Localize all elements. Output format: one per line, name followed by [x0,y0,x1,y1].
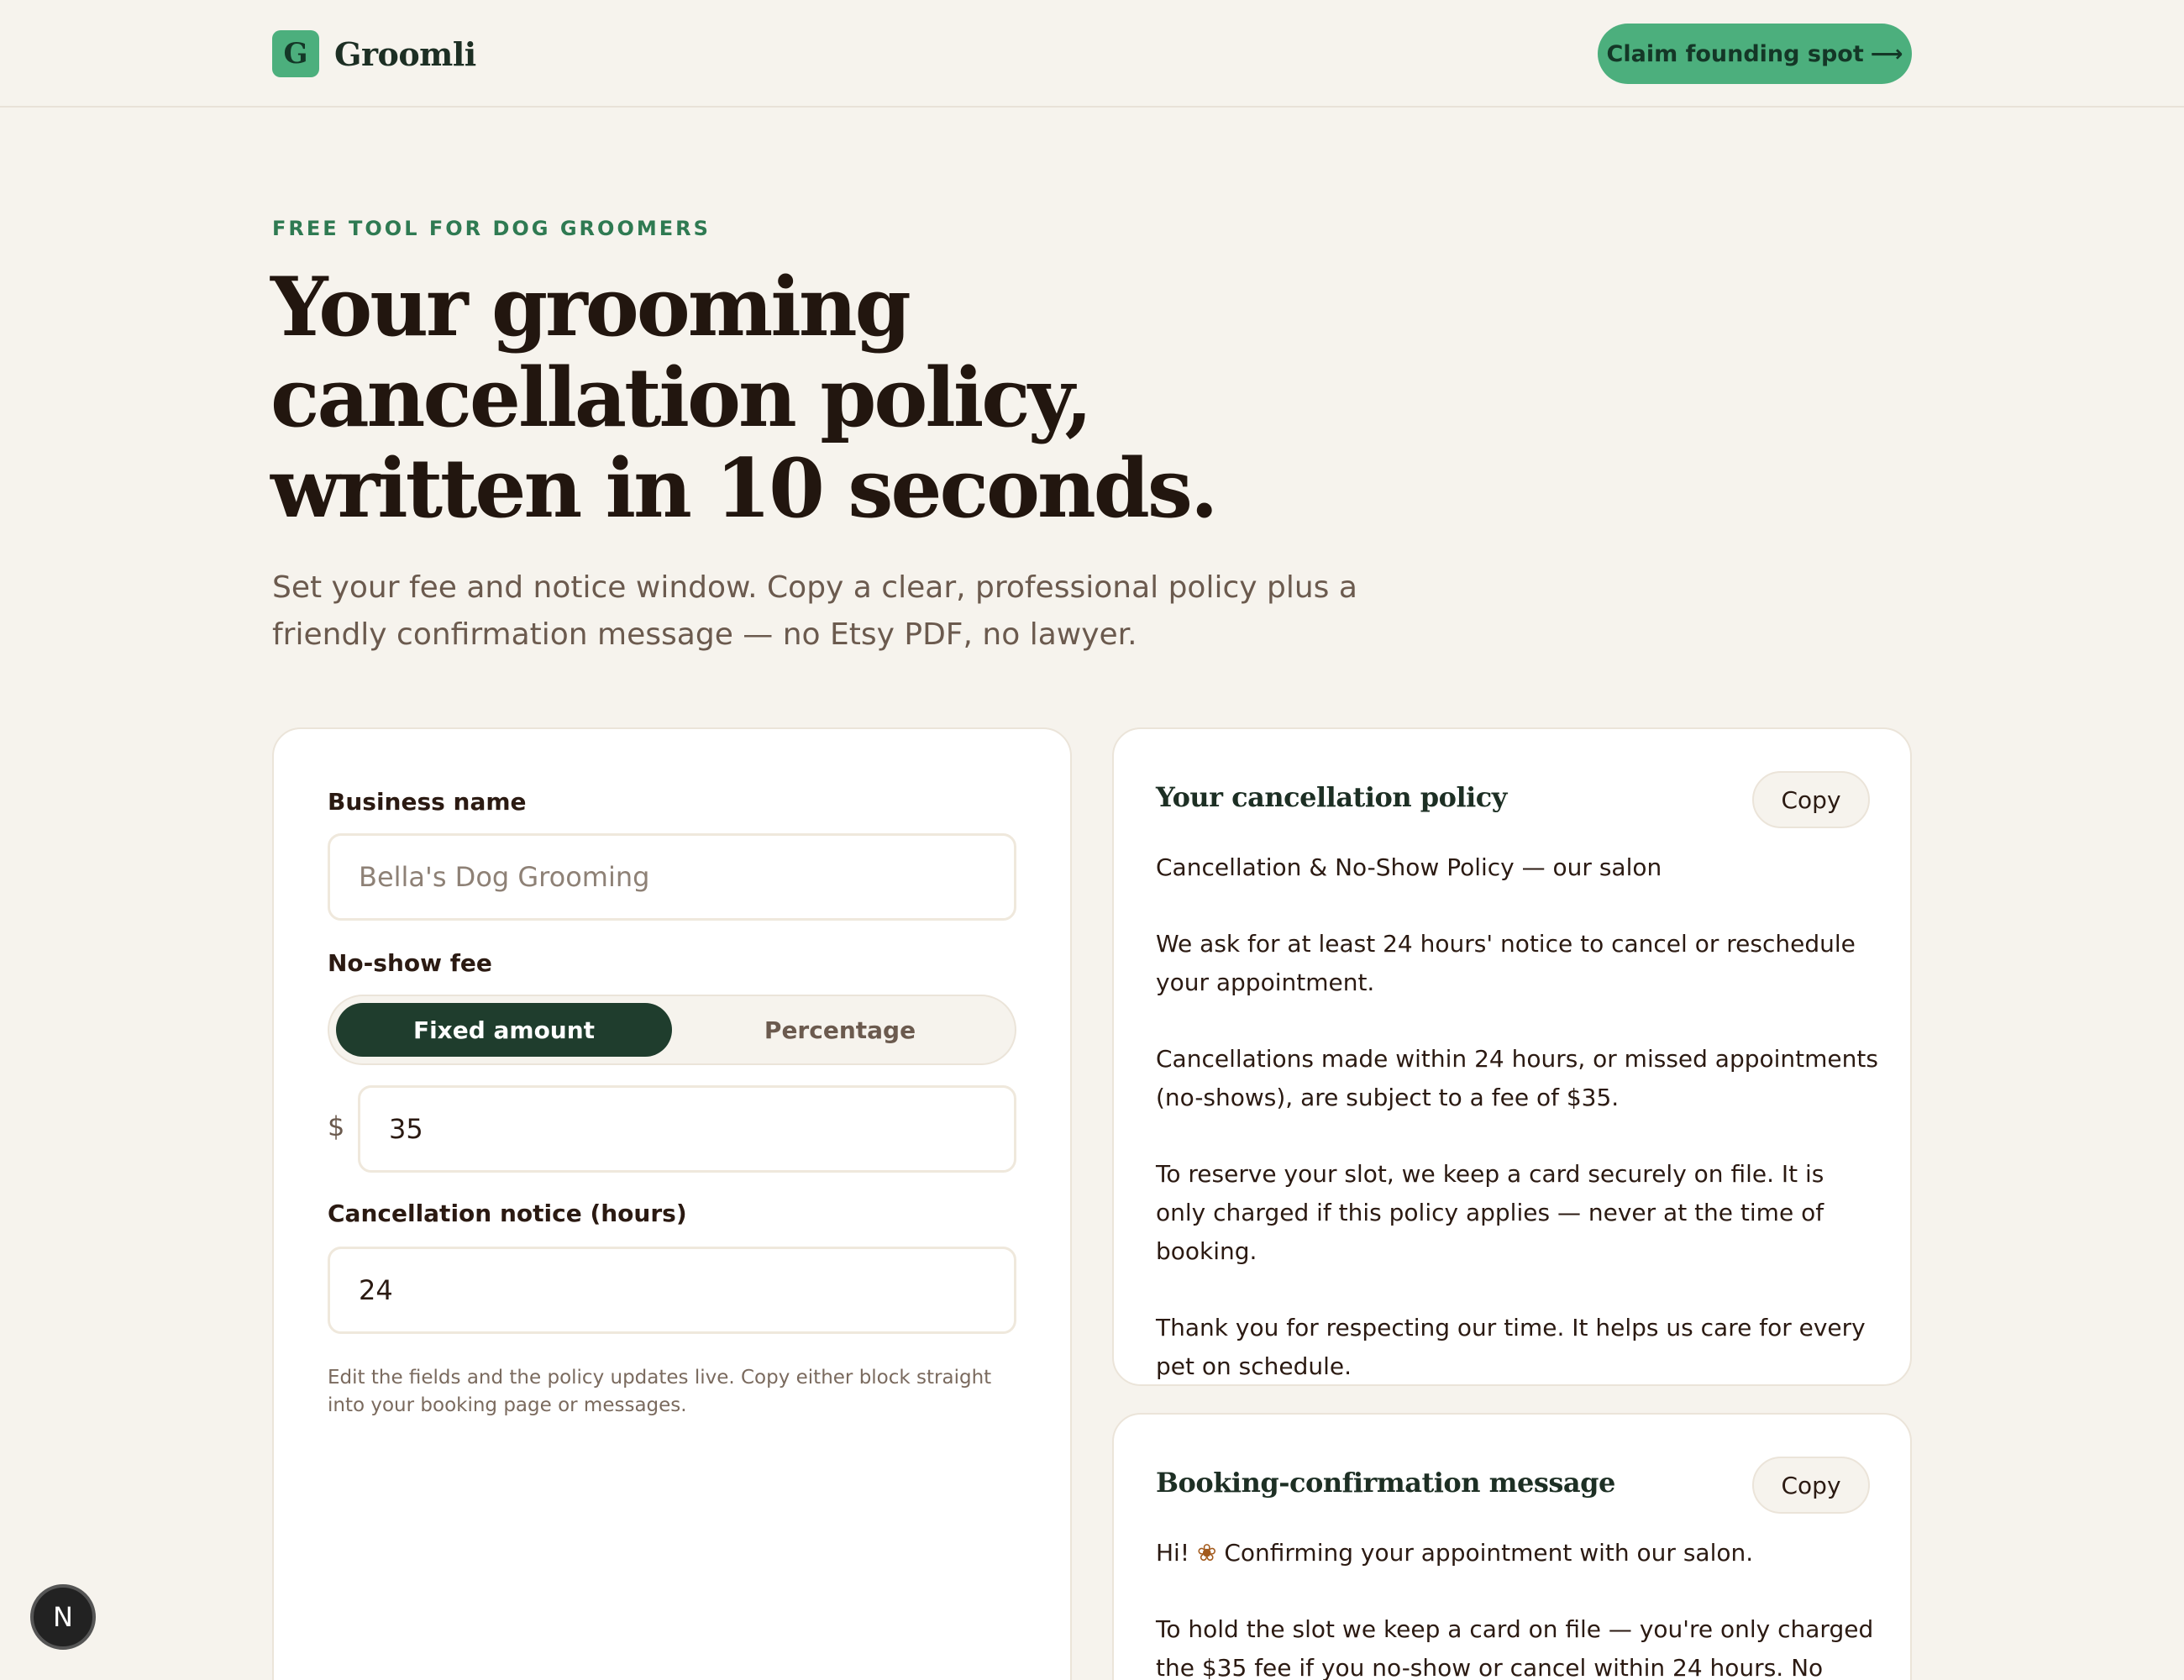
greeting-rest: Confirming your appointment with our sal… [1224,1539,1754,1567]
greeting-text: Hi! [1156,1539,1190,1567]
message-paragraph: To hold the slot we keep a card on file … [1156,1615,1874,1680]
brand-name: Groomli [334,34,476,73]
policy-form-card: Business name No-show fee Fixed amount P… [272,727,1072,1680]
page-title: Your grooming cancellation policy, writt… [270,262,1698,534]
headline-line: Your grooming [270,260,911,354]
logo-mark-icon: G [272,30,319,77]
form-hint: Edit the fields and the policy updates l… [328,1367,992,1416]
claim-founding-spot-button[interactable]: Claim founding spot ⟶ [1598,24,1912,84]
brand-logo[interactable]: G Groomli [272,30,476,77]
business-name-input[interactable] [328,833,1016,921]
headline-line: written in 10 seconds. [270,441,1218,536]
paw-prints-icon: ❀ [1196,1539,1217,1567]
fee-amount-input[interactable] [358,1085,1016,1173]
policy-paragraph: Cancellation & No-Show Policy — our salo… [1156,853,1662,881]
policy-paragraph: Cancellations made within 24 hours, or m… [1156,1045,1878,1111]
fixed-amount-option[interactable]: Fixed amount [336,1003,672,1057]
policy-title: Your cancellation policy [1156,781,1507,813]
business-name-label: Business name [328,788,527,816]
copy-policy-button[interactable]: Copy [1752,771,1870,828]
no-show-fee-label: No-show fee [328,949,492,977]
notice-hours-label: Cancellation notice (hours) [328,1200,687,1227]
copy-message-button[interactable]: Copy [1752,1457,1870,1514]
currency-symbol: $ [328,1110,345,1142]
message-text[interactable]: Hi! ❀ Confirming your appointment with o… [1156,1534,1878,1680]
cta-label: Claim founding spot [1606,40,1864,67]
policy-paragraph: We ask for at least 24 hours' notice to … [1156,930,1856,996]
policy-paragraph: Thank you for respecting our time. It he… [1156,1314,1866,1380]
message-output-card: Booking-confirmation message Copy Hi! ❀ … [1112,1413,1912,1680]
policy-text[interactable]: Cancellation & No-Show Policy — our salo… [1156,848,1878,1424]
headline-line: cancellation policy, [270,350,1093,445]
message-title: Booking-confirmation message [1156,1467,1615,1499]
dev-badge-icon[interactable]: N [30,1584,96,1650]
fee-type-toggle: Fixed amount Percentage [328,995,1016,1065]
eyebrow-text: FREE TOOL FOR DOG GROOMERS [272,217,711,240]
message-greeting: Hi! ❀ Confirming your appointment with o… [1156,1534,1878,1572]
policy-paragraph: To reserve your slot, we keep a card sec… [1156,1160,1824,1265]
page-subtitle: Set your fee and notice window. Copy a c… [272,570,1357,652]
arrow-right-icon: ⟶ [1870,40,1903,67]
notice-hours-input[interactable] [328,1247,1016,1334]
policy-output-card: Your cancellation policy Copy Cancellati… [1112,727,1912,1386]
percentage-option[interactable]: Percentage [672,1003,1008,1057]
site-header: G Groomli Claim founding spot ⟶ [0,0,2184,108]
